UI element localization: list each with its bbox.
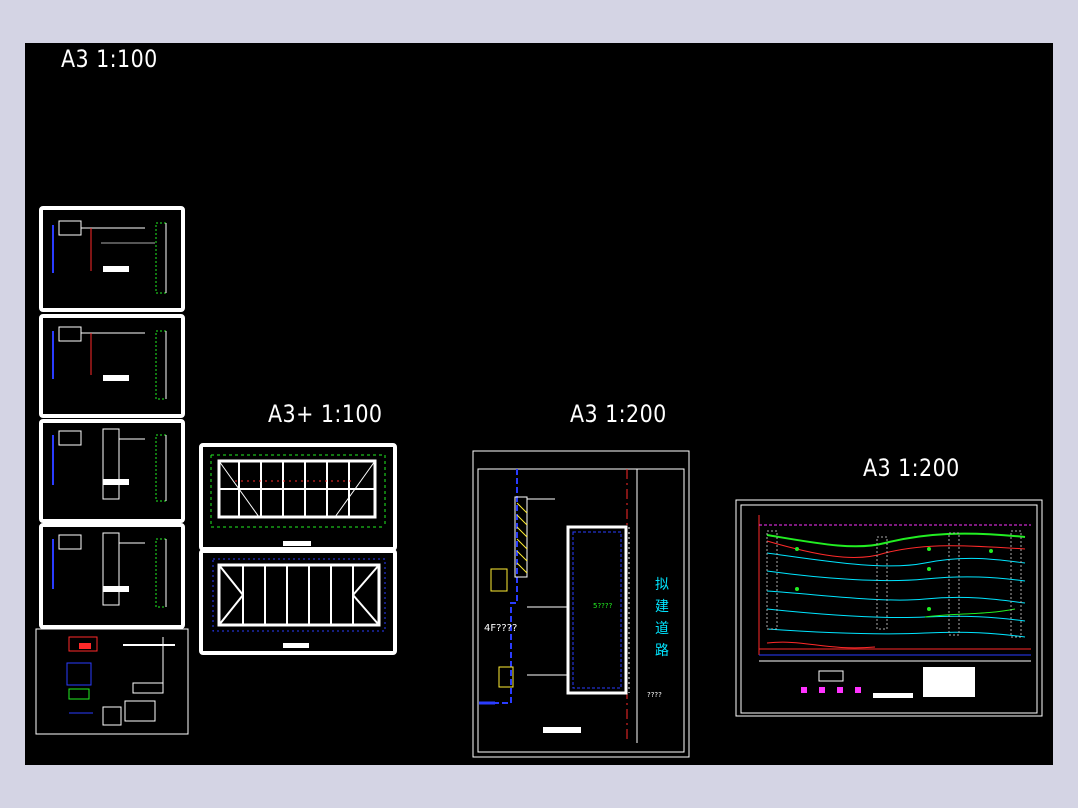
sheet-detail-5[interactable]	[35, 628, 189, 735]
sheet-site-plan[interactable]: 5???? 4F???? ???? 拟 建 道 路	[472, 450, 690, 758]
sheet-plan-lower[interactable]	[199, 549, 397, 655]
sheet-detail-4[interactable]	[39, 523, 185, 629]
sheet-detail-1[interactable]	[39, 206, 185, 312]
road-note: ????	[647, 691, 662, 699]
floor-label: 4F????	[484, 623, 517, 634]
sheet-detail-3[interactable]	[39, 419, 185, 523]
sheet-plan-upper[interactable]	[199, 443, 397, 551]
road-char-1: 拟	[655, 577, 669, 593]
building-label: 5????	[593, 602, 613, 610]
sheet-detail-2[interactable]	[39, 314, 185, 418]
road-char-2: 建	[655, 599, 669, 615]
road-char-4: 路	[655, 643, 669, 659]
sheet-geologic-section[interactable]	[735, 499, 1043, 717]
road-label: 拟 建 道 路	[655, 577, 669, 659]
cad-model-space[interactable]: A3 1:100 A3+ 1:100 A3 1:200 A3 1:200 5??…	[25, 43, 1053, 765]
road-char-3: 道	[655, 621, 669, 637]
